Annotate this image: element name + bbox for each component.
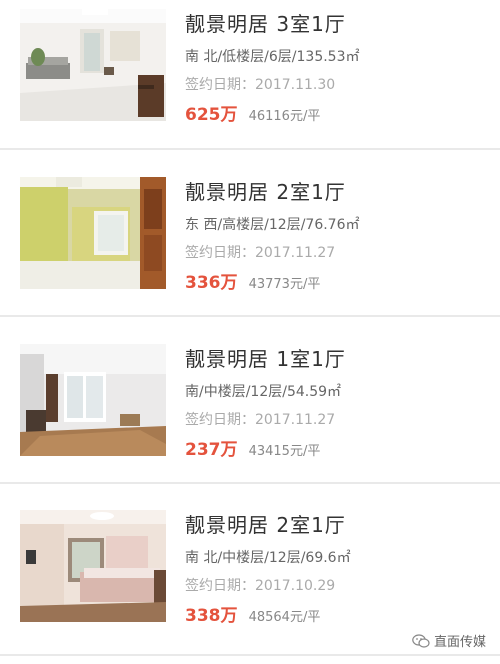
listing-title[interactable]: 靓景明居 2室1厅 bbox=[185, 509, 346, 538]
listing-photo[interactable] bbox=[20, 177, 166, 289]
watermark: 直面传媒 bbox=[412, 631, 486, 650]
sign-date-label: 签约日期： bbox=[185, 412, 255, 428]
sign-date-label: 签约日期： bbox=[185, 578, 255, 594]
sign-date-label: 签约日期： bbox=[185, 77, 255, 93]
total-price: 336万 bbox=[185, 273, 238, 293]
price-row: 625万 46116元/平 bbox=[185, 100, 320, 125]
listing-specs: 东 西/高楼层/12层/76.76㎡ bbox=[185, 217, 360, 233]
listing-title[interactable]: 靓景明居 3室1厅 bbox=[185, 8, 346, 37]
sign-date-label: 签约日期： bbox=[185, 245, 255, 261]
listing-photo[interactable] bbox=[20, 9, 166, 121]
unit-price: 48564元/平 bbox=[248, 610, 321, 625]
total-price: 237万 bbox=[185, 440, 238, 460]
divider bbox=[0, 315, 500, 317]
divider bbox=[0, 482, 500, 484]
listing-item[interactable]: 靓景明居 2室1厅 东 西/高楼层/12层/76.76㎡ 签约日期：2017.1… bbox=[0, 130, 500, 293]
bedroom-photo bbox=[20, 510, 166, 622]
listing-item[interactable]: 靓景明居 3室1厅 南 北/低楼层/6层/135.53㎡ 签约日期：2017.1… bbox=[0, 0, 500, 125]
unit-price: 46116元/平 bbox=[248, 109, 321, 124]
listing-title[interactable]: 靓景明居 2室1厅 bbox=[185, 176, 346, 205]
unit-price: 43773元/平 bbox=[248, 277, 321, 292]
total-price: 625万 bbox=[185, 105, 238, 125]
watermark-text: 直面传媒 bbox=[433, 635, 486, 650]
sign-date-row: 签约日期：2017.11.27 bbox=[185, 409, 335, 429]
sign-date-value: 2017.11.30 bbox=[255, 77, 336, 93]
divider bbox=[0, 654, 500, 656]
listing-item[interactable]: 靓景明居 1室1厅 南/中楼层/12层/54.59㎡ 签约日期：2017.11.… bbox=[0, 297, 500, 460]
living-room-photo bbox=[20, 344, 166, 456]
total-price: 338万 bbox=[185, 606, 238, 626]
listing-specs: 南 北/低楼层/6层/135.53㎡ bbox=[185, 49, 360, 65]
listing-title[interactable]: 靓景明居 1室1厅 bbox=[185, 343, 346, 372]
unit-price: 43415元/平 bbox=[248, 444, 321, 459]
price-row: 336万 43773元/平 bbox=[185, 268, 320, 293]
sign-date-value: 2017.11.27 bbox=[255, 245, 336, 261]
price-row: 338万 48564元/平 bbox=[185, 601, 320, 626]
listing-photo[interactable] bbox=[20, 510, 166, 622]
living-room-photo bbox=[20, 9, 166, 121]
wechat-icon bbox=[412, 633, 430, 648]
sign-date-value: 2017.11.27 bbox=[255, 412, 336, 428]
sign-date-value: 2017.10.29 bbox=[255, 578, 336, 594]
listing-specs: 南/中楼层/12层/54.59㎡ bbox=[185, 384, 342, 400]
listing-photo[interactable] bbox=[20, 344, 166, 456]
listing-specs: 南 北/中楼层/12层/69.6㎡ bbox=[185, 550, 351, 566]
sign-date-row: 签约日期：2017.11.30 bbox=[185, 74, 335, 94]
living-room-photo bbox=[20, 177, 166, 289]
divider bbox=[0, 148, 500, 150]
sign-date-row: 签约日期：2017.11.27 bbox=[185, 242, 335, 262]
sign-date-row: 签约日期：2017.10.29 bbox=[185, 575, 335, 595]
price-row: 237万 43415元/平 bbox=[185, 435, 320, 460]
listing-item[interactable]: 靓景明居 2室1厅 南 北/中楼层/12层/69.6㎡ 签约日期：2017.10… bbox=[0, 463, 500, 626]
